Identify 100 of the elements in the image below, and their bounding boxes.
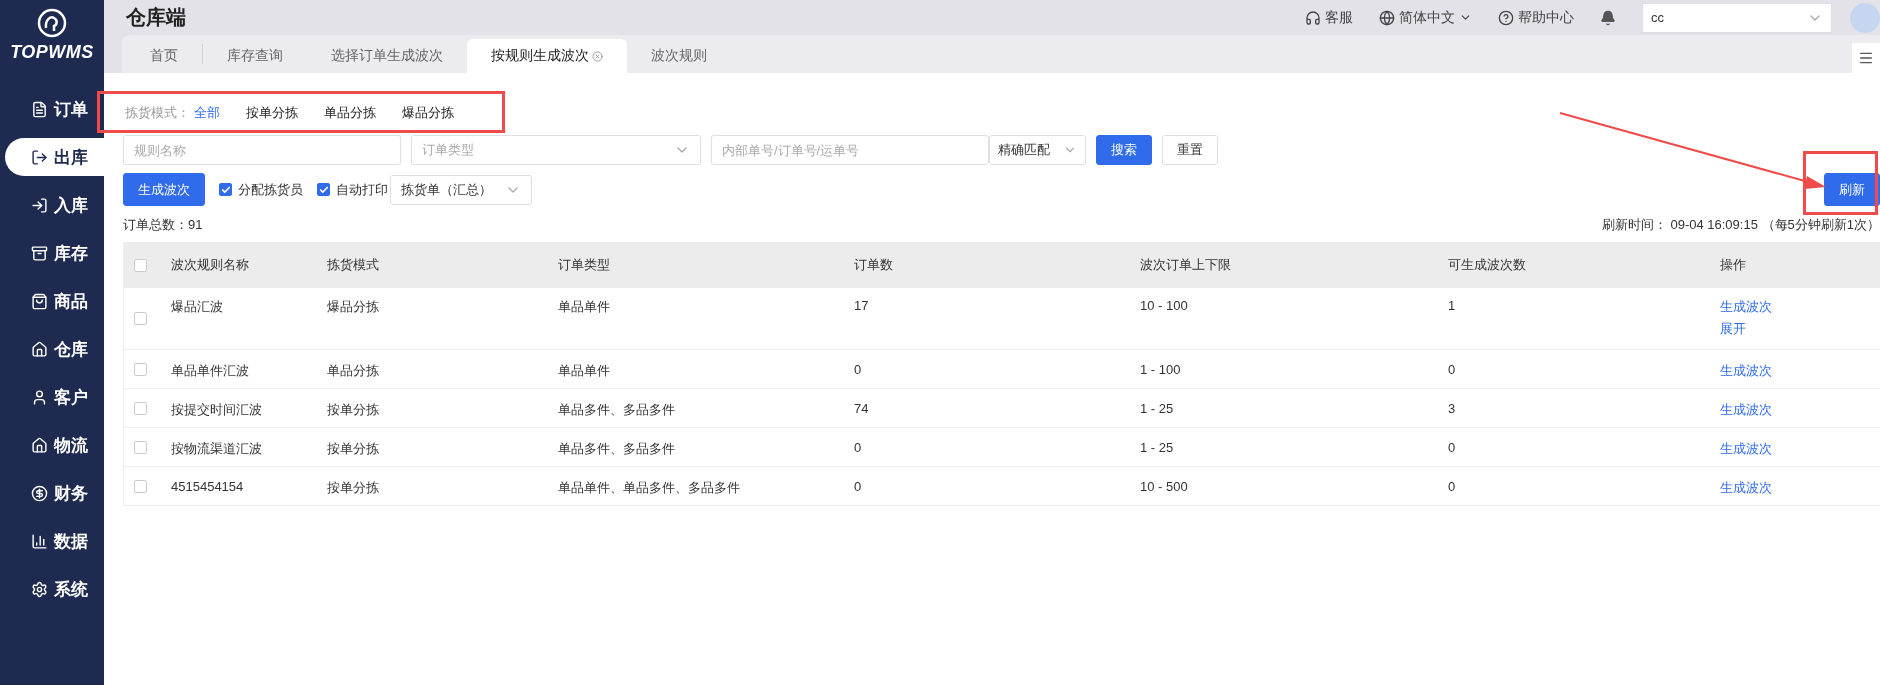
header-link[interactable]: 客服: [1305, 8, 1353, 27]
generate-wave-button[interactable]: 生成波次: [123, 173, 205, 206]
user-icon: [31, 388, 48, 406]
refresh-button[interactable]: 刷新: [1824, 173, 1880, 206]
sidebar-item[interactable]: 客户: [5, 378, 104, 416]
filter-option[interactable]: 爆品分拣: [402, 104, 454, 122]
filter-option[interactable]: 全部: [194, 104, 220, 122]
sidebar-item[interactable]: 数据: [5, 522, 104, 560]
sidebar-item[interactable]: 物流: [5, 426, 104, 464]
table-cell: 爆品汇波: [171, 298, 223, 316]
action-link[interactable]: 展开: [1720, 320, 1746, 338]
bar-chart-icon: [31, 532, 48, 550]
header-link[interactable]: 简体中文: [1379, 8, 1472, 27]
headset-icon: [1305, 9, 1321, 26]
table-cell: 单品单件: [558, 362, 610, 380]
column-header: 波次规则名称: [171, 242, 327, 288]
table-cell: 0: [1448, 440, 1456, 455]
document-icon: [31, 100, 48, 118]
column-header: 订单数: [854, 242, 1140, 288]
search-button[interactable]: 搜索: [1096, 135, 1152, 165]
checkbox[interactable]: [317, 183, 330, 196]
reset-button[interactable]: 重置: [1162, 135, 1218, 165]
tab[interactable]: 首页: [126, 39, 202, 73]
refresh-time: 刷新时间： 09-04 16:09:15 （每5分钟刷新1次）: [1601, 216, 1880, 234]
table-cell: 单品多件、多品多件: [558, 401, 675, 419]
column-header: 可生成波次数: [1448, 242, 1720, 288]
sidebar-item[interactable]: 系统: [5, 570, 104, 608]
bag-icon: [31, 292, 48, 310]
match-select[interactable]: 精确匹配: [989, 135, 1086, 165]
filter-label: 拣货模式：: [125, 104, 190, 122]
avatar[interactable]: [1850, 2, 1880, 33]
login-icon: [31, 196, 48, 214]
sidebar-item[interactable]: 入库: [5, 186, 104, 224]
sidebar-item[interactable]: 库存: [5, 234, 104, 272]
table-cell: 1 - 25: [1140, 401, 1174, 416]
tab[interactable]: 波次规则: [627, 39, 731, 73]
rule-name-field[interactable]: 规则名称: [123, 135, 401, 165]
table-cell: 单品单件汇波: [171, 362, 249, 380]
action-link[interactable]: 生成波次: [1720, 479, 1772, 497]
table-cell: 74: [854, 401, 869, 416]
table-cell: 0: [1448, 479, 1456, 494]
table-cell: 按单分拣: [327, 401, 379, 419]
menu-button[interactable]: [1852, 43, 1880, 73]
checkbox-option[interactable]: 自动打印: [317, 180, 388, 199]
sidebar-item[interactable]: 仓库: [5, 330, 104, 368]
header-link[interactable]: 帮助中心: [1498, 8, 1574, 27]
tab[interactable]: 按规则生成波次: [467, 39, 627, 73]
menu-icon: [1858, 50, 1874, 66]
column-header: 订单类型: [558, 242, 854, 288]
action-link[interactable]: 生成波次: [1720, 440, 1772, 458]
sidebar-item[interactable]: 商品: [5, 282, 104, 320]
settings-icon: [31, 580, 48, 598]
user-select[interactable]: cc: [1642, 2, 1832, 33]
action-link[interactable]: 生成波次: [1720, 362, 1772, 380]
tab[interactable]: 库存查询: [203, 39, 307, 73]
sidebar-item[interactable]: 出库: [5, 138, 104, 176]
table-cell: 4515454154: [171, 479, 244, 494]
table-cell: 爆品分拣: [327, 298, 379, 316]
table-cell: 1 - 100: [1140, 362, 1181, 377]
table-cell: 1: [1448, 298, 1456, 313]
house-icon: [31, 436, 48, 454]
column-header: 操作: [1720, 242, 1880, 288]
globe-icon: [1379, 9, 1395, 26]
table-cell: 按单分拣: [327, 479, 379, 497]
checkbox[interactable]: [219, 183, 232, 196]
close-icon[interactable]: [592, 50, 603, 62]
logo-text: TOPWMS: [10, 42, 94, 63]
page-title: 仓库端: [126, 5, 186, 30]
column-header: 拣货模式: [327, 242, 558, 288]
check-icon: [318, 184, 329, 195]
number-field[interactable]: 内部单号/订单号/运单号: [711, 135, 989, 165]
table-cell: 0: [854, 362, 862, 377]
table-cell: 单品单件、单品多件、多品多件: [558, 479, 740, 497]
checkbox-option[interactable]: 分配拣货员: [219, 180, 303, 199]
table-cell: 10 - 100: [1140, 298, 1188, 313]
sidebar-item[interactable]: 财务: [5, 474, 104, 512]
table-cell: 1 - 25: [1140, 440, 1174, 455]
print-select[interactable]: 拣货单（汇总）: [390, 174, 532, 205]
table-cell: 0: [854, 479, 862, 494]
table-cell: 10 - 500: [1140, 479, 1188, 494]
sidebar-item[interactable]: 订单: [5, 90, 104, 128]
help-icon: [1498, 9, 1514, 26]
coin-icon: [31, 484, 48, 502]
action-link[interactable]: 生成波次: [1720, 298, 1772, 316]
bell-icon[interactable]: [1600, 9, 1616, 26]
table-cell: 按物流渠道汇波: [171, 440, 262, 458]
check-icon: [220, 184, 231, 195]
house-icon: [31, 340, 48, 358]
table-cell: 单品多件、多品多件: [558, 440, 675, 458]
order-total: 订单总数：91: [123, 216, 203, 234]
column-header: 波次订单上下限: [1140, 242, 1448, 288]
table-cell: 按单分拣: [327, 440, 379, 458]
filter-option[interactable]: 单品分拣: [324, 104, 376, 122]
action-link[interactable]: 生成波次: [1720, 401, 1772, 419]
tab[interactable]: 选择订单生成波次: [307, 39, 467, 73]
table-cell: 0: [1448, 362, 1456, 377]
table-cell: 单品分拣: [327, 362, 379, 380]
table-cell: 17: [854, 298, 869, 313]
filter-option[interactable]: 按单分拣: [246, 104, 298, 122]
table-cell: 3: [1448, 401, 1456, 416]
